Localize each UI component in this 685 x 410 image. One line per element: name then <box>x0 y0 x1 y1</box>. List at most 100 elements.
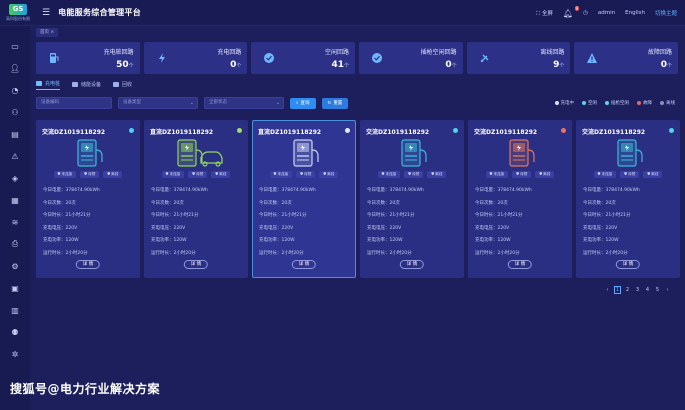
tab-0[interactable]: 充电桩 <box>36 80 61 90</box>
menu-toggle-icon[interactable]: ☰ <box>42 8 50 18</box>
report-icon[interactable]: ▣ <box>9 282 21 294</box>
legend-label: 离线 <box>666 101 675 106</box>
card-info: 今日电量：378474.90kWh 今日次数：20次 今日时长：21小时21分 充电电… <box>259 185 316 261</box>
card-action-button[interactable]: ⛊ 待预 <box>404 171 424 178</box>
page-3[interactable]: 3 <box>634 286 641 294</box>
info-row-power: 充电功率：120W <box>259 238 295 244</box>
tab-1[interactable]: 储能设备 <box>72 81 101 90</box>
detail-button[interactable]: 详 情 <box>399 260 425 269</box>
calendar-icon[interactable]: ▦ <box>9 194 21 206</box>
charger-card[interactable]: 直流DZ1019118292 ⛊ 未连接 ⛊ 待预 ⛊ 离线 今日电量：378474.… <box>252 120 356 278</box>
card-action-button[interactable]: ⛊ 离线 <box>535 171 555 178</box>
device-type-select[interactable]: 设备类型 ⌄ <box>118 97 198 109</box>
card-action-button[interactable]: ⛊ 待预 <box>620 171 640 178</box>
notification-bell-icon[interactable]: 🔔︎ 9 <box>563 5 580 18</box>
detail-button[interactable]: 详 情 <box>183 260 209 269</box>
detail-button[interactable]: 详 情 <box>507 260 533 269</box>
reset-button[interactable]: ↻ 重置 <box>321 97 349 109</box>
theme-switch-link[interactable]: 切换主题 <box>655 9 677 17</box>
query-button[interactable]: ⌕ 查询 <box>290 97 316 109</box>
card-action-button[interactable]: ⛊ 待预 <box>188 171 208 178</box>
offline-plug-icon <box>479 52 491 64</box>
charger-card[interactable]: 交流DZ1019118292 ⛊ 未连接 ⛊ 待预 ⛊ 离线 今日电量：378474.… <box>36 120 140 278</box>
card-title: 交流DZ1019118292 <box>42 129 106 136</box>
tab-icon <box>36 81 42 86</box>
monitor-icon[interactable]: ▭ <box>9 40 21 52</box>
page-2[interactable]: 2 <box>624 286 631 294</box>
stat-card: 充电桩回路 50个 <box>36 42 140 74</box>
alert-icon[interactable]: ⚠ <box>9 150 21 162</box>
card-action-button[interactable]: ⛊ 离线 <box>211 171 231 178</box>
legend-dot <box>554 101 559 105</box>
page-next[interactable]: › <box>664 286 671 294</box>
dashboard-icon[interactable]: ◔ <box>9 84 21 96</box>
legend-dot <box>637 101 641 105</box>
status-dot <box>561 128 566 133</box>
status-dot <box>129 128 134 133</box>
stat-label: 充电回路 <box>217 49 242 56</box>
status-select[interactable]: 全部状态 ⌄ <box>204 97 284 109</box>
card-action-button[interactable]: ⛊ 未连接 <box>593 171 617 178</box>
layers-icon[interactable]: ◈ <box>9 172 21 184</box>
info-row-energy: 今日电量：378474.90kWh <box>259 188 316 193</box>
tab-icon <box>113 81 120 87</box>
page-1[interactable]: 1 <box>614 286 621 294</box>
page-4[interactable]: 4 <box>644 286 651 294</box>
card-actions: ⛊ 未连接 ⛊ 待预 ⛊ 离线 <box>253 171 355 178</box>
card-action-button[interactable]: ⛊ 未连接 <box>377 171 401 178</box>
breadcrumb-tab-home[interactable]: 首页 × <box>36 28 59 37</box>
gear-icon[interactable]: ⚙ <box>9 260 21 272</box>
top-right-tools: ⛶ 全屏 🔔︎ 9 ◷ admin English 切换主题 <box>536 0 677 26</box>
detail-button[interactable]: 详 情 <box>291 260 317 269</box>
card-action-button[interactable]: ⛊ 待预 <box>80 171 100 178</box>
lightning-icon <box>156 52 168 64</box>
device-tabs: 充电桩 储能设备 回收 <box>36 80 132 90</box>
card-action-button[interactable]: ⛊ 未连接 <box>485 171 509 178</box>
cog-icon[interactable]: ✲ <box>9 348 21 360</box>
legend-item: 插枪空闲 <box>605 100 629 106</box>
charger-card[interactable]: 交流DZ1019118292 ⛊ 未连接 ⛊ 待预 ⛊ 离线 今日电量：378474.… <box>468 120 572 278</box>
card-action-button[interactable]: ⛊ 离线 <box>103 171 123 178</box>
user-icon[interactable]: 👤︎ <box>9 62 21 74</box>
fullscreen-icon: ⛶ <box>536 10 541 17</box>
chart-icon[interactable]: ▥ <box>9 304 21 316</box>
charger-card[interactable]: 交流DZ1019118292 ⛊ 未连接 ⛊ 待预 ⛊ 离线 今日电量：378474.… <box>576 120 680 278</box>
card-action-button[interactable]: ⛊ 待预 <box>296 171 316 178</box>
device-code-input[interactable]: 设备编码 <box>36 97 112 109</box>
tab-2[interactable]: 回收 <box>113 81 132 90</box>
card-action-button[interactable]: ⛊ 离线 <box>319 171 339 178</box>
card-action-button[interactable]: ⛊ 未连接 <box>161 171 185 178</box>
fullscreen-button[interactable]: ⛶ 全屏 <box>536 9 553 18</box>
stat-value: 0个 <box>445 60 456 70</box>
charger-card[interactable]: 直流DZ1019118292 ⛊ 未连接 ⛊ 待预 ⛊ 离线 今日电量：378474.… <box>144 120 248 278</box>
card-action-button[interactable]: ⛊ 待预 <box>512 171 532 178</box>
status-legend: 充电中 空闲 插枪空闲 故障 离线 <box>554 100 675 106</box>
card-action-button[interactable]: ⛊ 离线 <box>427 171 447 178</box>
card-action-button[interactable]: ⛊ 离线 <box>643 171 663 178</box>
detail-button[interactable]: 详 情 <box>615 260 641 269</box>
document-icon[interactable]: ▤ <box>9 128 21 140</box>
team-icon[interactable]: ⚉ <box>9 326 21 338</box>
info-row-duration: 今日时长：21小时21分 <box>43 213 91 219</box>
charger-pile-icon <box>168 138 224 168</box>
info-row-voltage: 充电电压：220V <box>43 225 78 231</box>
settings-sliders-icon[interactable]: ≋ <box>9 216 21 228</box>
charger-card[interactable]: 交流DZ1019118292 ⛊ 未连接 ⛊ 待预 ⛊ 离线 今日电量：378474.… <box>360 120 464 278</box>
info-row-duration: 今日时长：21小时21分 <box>151 213 199 219</box>
sidebar: ▭ 👤︎ ◔ ⚇ ▤ ⚠ ◈ ▦ ≋ ⎙ ⚙ ▣ ▥ ⚉ ✲ <box>0 26 30 410</box>
legend-label: 空闲 <box>588 101 597 106</box>
card-action-button[interactable]: ⛊ 未连接 <box>269 171 293 178</box>
detail-button[interactable]: 详 情 <box>75 260 101 269</box>
card-action-button[interactable]: ⛊ 未连接 <box>53 171 77 178</box>
user-name[interactable]: admin <box>598 10 615 16</box>
page-5[interactable]: 5 <box>654 286 661 294</box>
info-row-voltage: 充电电压：220V <box>583 225 618 231</box>
print-icon[interactable]: ⎙ <box>9 238 21 250</box>
warning-icon <box>586 52 598 64</box>
charger-pile-icon <box>276 138 332 168</box>
card-actions: ⛊ 未连接 ⛊ 待预 ⛊ 离线 <box>145 171 247 178</box>
language-english[interactable]: English <box>625 10 645 16</box>
group-icon[interactable]: ⚇ <box>9 106 21 118</box>
logo-mark: GS <box>9 3 27 15</box>
page-prev[interactable]: ‹ <box>604 286 611 294</box>
